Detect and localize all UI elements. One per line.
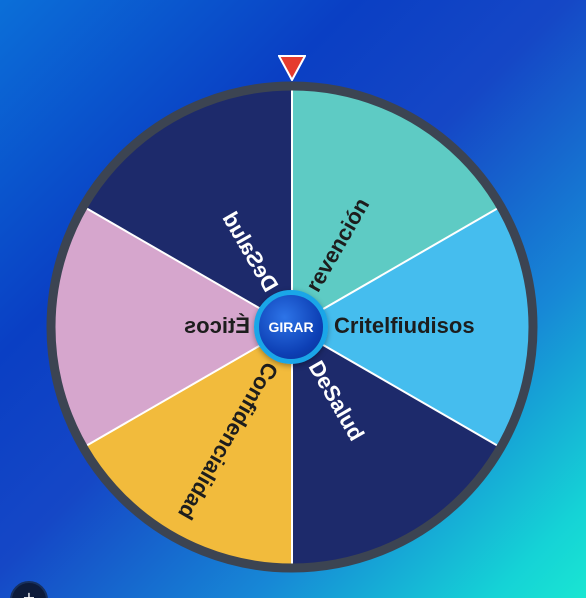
wheel-stage: revención Critelfiudisos DeSalud Confidenci… [0,0,586,598]
segment-label: Critelfiudisos [334,313,475,338]
spin-button[interactable]: GIRAR [254,290,328,364]
segment-label: Éticos [184,313,250,338]
pointer-icon [278,55,306,81]
